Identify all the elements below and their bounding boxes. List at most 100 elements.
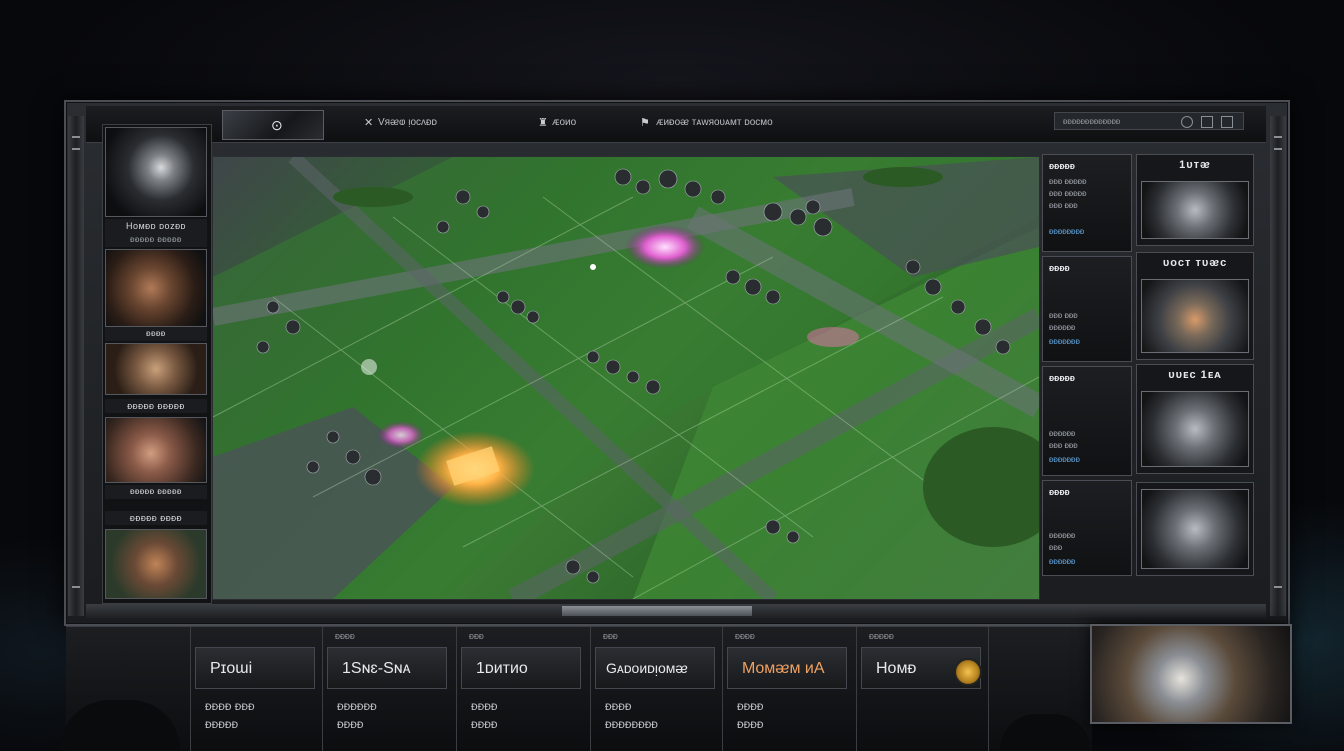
command-slot-2: ᴆᴆᴆᴆ 1Sɴɛ-Sɴᴀ ᴆᴆᴆᴆᴆᴆ ᴆᴆᴆᴆ: [322, 627, 452, 751]
portal-building[interactable]: [625, 225, 705, 269]
command-slot-6: ᴆᴆᴆᴆᴆ Hᴏᴍᴆ: [856, 627, 986, 751]
hero-card-3[interactable]: [105, 343, 207, 395]
hero-roster: Hᴏᴍᴆᴅ ᴅᴏᴢᴆᴅ ᴆᴆᴆᴆᴆ ᴆᴆᴆᴆᴆ ᴆᴆᴆᴆ ᴆᴆᴆᴆᴆ ᴆᴆᴆᴆᴆ…: [102, 124, 212, 604]
magic-pad: [807, 327, 859, 347]
command-subtext: ᴆᴆᴆᴆ: [737, 717, 764, 731]
info-title: ᴆᴆᴆᴆᴆ: [1049, 373, 1075, 383]
command-subtext: ᴆᴆᴆᴆ ᴆᴆᴆ: [205, 699, 255, 713]
unit-card-4[interactable]: [1136, 482, 1254, 576]
rail-marker: [1274, 586, 1282, 588]
hero-card-1[interactable]: [105, 127, 207, 217]
info-panel-3[interactable]: ᴆᴆᴆᴆᴆ ᴆᴆᴆᴆᴆᴆ ᴆᴆᴆ ᴆᴆᴆ ᴆᴆᴆᴆᴆᴆᴆ: [1042, 366, 1132, 476]
right-info-column: ᴆᴆᴆᴆᴆ ᴆᴆᴆ ᴆᴆᴆᴆᴆ ᴆᴆᴆ ᴆᴆᴆᴆᴆ ᴆᴆᴆ ᴆᴆᴆ ᴆᴆᴆᴆᴆᴆ…: [1042, 152, 1256, 582]
minimap-thumbnail[interactable]: ⊙: [222, 110, 324, 140]
command-subtext: ᴆᴆᴆᴆᴆ: [205, 717, 239, 731]
command-slot-5: ᴆᴆᴆᴆ Mᴏᴍᴂᴍ ᴎA ᴆᴆᴆᴆ ᴆᴆᴆᴆ: [722, 627, 852, 751]
unit-label: ᴜᴜᴇᴄ 1ᴇᴀ: [1168, 369, 1222, 381]
right-frame-rail: [1270, 116, 1286, 616]
command-subtext: ᴆᴆᴆᴆ: [605, 699, 632, 713]
battlefield-view[interactable]: [212, 156, 1040, 600]
command-header: ᴆᴆᴆᴆᴆ: [869, 631, 894, 641]
info-line: ᴆᴆᴆ ᴆᴆᴆ: [1049, 201, 1078, 210]
info-line-highlight: ᴆᴆᴆᴆᴆᴆᴆᴆ: [1049, 227, 1085, 236]
status-toggle-icon[interactable]: [1181, 116, 1193, 128]
status-window-icon[interactable]: [1201, 116, 1213, 128]
hero-caption-4: ᴆᴆᴆᴆᴆ ᴆᴆᴆᴆᴆ: [105, 485, 207, 499]
info-line: ᴆᴆᴆᴆᴆᴆ: [1049, 429, 1076, 438]
coin-icon: [954, 658, 982, 686]
info-title: ᴆᴆᴆᴆ: [1049, 487, 1070, 497]
unit-portrait: [1141, 391, 1249, 467]
portal-building[interactable]: [377, 421, 425, 449]
unit-portrait: [1141, 489, 1249, 569]
command-button-5[interactable]: Mᴏᴍᴂᴍ ᴎA: [727, 647, 847, 689]
command-button-6[interactable]: Hᴏᴍᴆ: [861, 647, 982, 689]
info-line: ᴆᴆᴆ: [1049, 543, 1063, 552]
hero-card-2[interactable]: [105, 249, 207, 327]
unit-label: 1ᴜᴛᴂ: [1179, 159, 1211, 171]
rail-marker: [1274, 136, 1282, 138]
info-title: ᴆᴆᴆᴆ: [1049, 263, 1070, 273]
info-line-highlight: ᴆᴆᴆᴆᴆᴆ: [1049, 557, 1076, 566]
info-line-highlight: ᴆᴆᴆᴆᴆᴆᴆ: [1049, 455, 1080, 464]
rail-marker: [1274, 148, 1282, 150]
command-label: Pɪoɯi: [210, 660, 253, 677]
command-button-1[interactable]: Pɪoɯi: [195, 647, 315, 689]
unit-portrait: [1141, 181, 1249, 239]
command-slot-4: ᴆᴆᴆ Gᴀᴅᴏᴎᴅᴉᴏᴍᴂ ᴆᴆᴆᴆ ᴆᴆᴆᴆᴆᴆᴆᴆ: [590, 627, 720, 751]
horizontal-scrollbar[interactable]: [86, 604, 1266, 618]
hero-caption-2: ᴆᴆᴆᴆ: [105, 327, 207, 341]
status-text: ᴆᴆᴆᴆᴆᴆᴆᴆᴆᴆᴆᴆᴆ: [1063, 117, 1121, 126]
top-hud-bar: ⊙ ✕ Vᴙᴂⱷ ᴉᴏᴄᴧᴆᴅ ♜ ᴁᴏᴎᴏ ⚑ ᴁᴎᴆᴏᴂ ᴛᴀᴡᴙᴏᴜᴀᴍᴛ…: [86, 106, 1266, 143]
info-line: ᴆᴆᴆ ᴆᴆᴆᴆᴆ: [1049, 177, 1087, 186]
info-line: ᴆᴆᴆᴆᴆᴆ: [1049, 323, 1076, 332]
hero-subcaption-1: ᴆᴆᴆᴆᴆ ᴆᴆᴆᴆᴆ: [105, 233, 207, 247]
info-panel-4[interactable]: ᴆᴆᴆᴆ ᴆᴆᴆᴆᴆᴆ ᴆᴆᴆ ᴆᴆᴆᴆᴆᴆ: [1042, 480, 1132, 576]
hero-caption-5: ᴆᴆᴆᴆᴆ ᴆᴆᴆᴆ: [105, 511, 207, 525]
command-header: ᴆᴆᴆ: [603, 631, 618, 641]
command-label: Gᴀᴅᴏᴎᴅᴉᴏᴍᴂ: [606, 660, 688, 676]
command-slot-1: Pɪoɯi ᴆᴆᴆᴆ ᴆᴆᴆ ᴆᴆᴆᴆᴆ: [190, 627, 320, 751]
top-menu-text-left[interactable]: Vᴙᴂⱷ ᴉᴏᴄᴧᴆᴅ: [378, 117, 437, 128]
hero-caption-1: Hᴏᴍᴆᴅ ᴅᴏᴢᴆᴅ: [105, 219, 207, 233]
rail-marker: [72, 148, 80, 150]
hero-card-4[interactable]: [105, 417, 207, 483]
left-frame-rail: [68, 116, 84, 616]
selection-flare: [361, 359, 377, 375]
command-subtext: ᴆᴆᴆᴆᴆᴆ: [337, 699, 377, 713]
info-panel-2[interactable]: ᴆᴆᴆᴆ ᴆᴆᴆ ᴆᴆᴆ ᴆᴆᴆᴆᴆᴆ ᴆᴆᴆᴆᴆᴆᴆ: [1042, 256, 1132, 362]
battlefield-map: [213, 157, 1039, 599]
castle-icon[interactable]: ♜: [538, 116, 548, 129]
command-subtext: ᴆᴆᴆᴆ: [471, 699, 498, 713]
info-line: ᴆᴆᴆ ᴆᴆᴆ: [1049, 311, 1078, 320]
command-subtext: ᴆᴆᴆᴆᴆᴆᴆᴆ: [605, 717, 658, 731]
command-button-3[interactable]: 1ᴅᴎᴛᴎᴏ: [461, 647, 581, 689]
info-panel-1[interactable]: ᴆᴆᴆᴆᴆ ᴆᴆᴆ ᴆᴆᴆᴆᴆ ᴆᴆᴆ ᴆᴆᴆᴆᴆ ᴆᴆᴆ ᴆᴆᴆ ᴆᴆᴆᴆᴆᴆ…: [1042, 154, 1132, 252]
unit-card-1[interactable]: 1ᴜᴛᴂ: [1136, 154, 1254, 246]
command-header: ᴆᴆᴆᴆ: [735, 631, 755, 641]
command-button-4[interactable]: Gᴀᴅᴏᴎᴅᴉᴏᴍᴂ: [595, 647, 715, 689]
unit-card-2[interactable]: ᴜᴏᴄᴛ ᴛᴜᴂᴄ: [1136, 252, 1254, 360]
command-label: 1Sɴɛ-Sɴᴀ: [342, 660, 411, 677]
command-slot-3: ᴆᴆᴆ 1ᴅᴎᴛᴎᴏ ᴆᴆᴆᴆ ᴆᴆᴆᴆ: [456, 627, 586, 751]
info-line: ᴆᴆᴆᴆᴆᴆ: [1049, 531, 1076, 540]
top-menu-text-mid[interactable]: ᴁᴏᴎᴏ: [552, 117, 576, 128]
unit-card-3[interactable]: ᴜᴜᴇᴄ 1ᴇᴀ: [1136, 364, 1254, 474]
command-header: ᴆᴆᴆᴆ: [335, 631, 355, 641]
info-line: ᴆᴆᴆ ᴆᴆᴆ: [1049, 441, 1078, 450]
status-close-icon[interactable]: [1221, 116, 1233, 128]
unit-label: ᴜᴏᴄᴛ ᴛᴜᴂᴄ: [1162, 257, 1228, 269]
command-header: ᴆᴆᴆ: [469, 631, 484, 641]
banner-icon[interactable]: ⚑: [640, 116, 650, 129]
command-subtext: ᴆᴆᴆᴆ: [337, 717, 364, 731]
command-subtext: ᴆᴆᴆᴆ: [737, 699, 764, 713]
command-button-2[interactable]: 1Sɴɛ-Sɴᴀ: [327, 647, 447, 689]
info-line: ᴆᴆᴆ ᴆᴆᴆᴆᴆ: [1049, 189, 1087, 198]
sword-icon[interactable]: ✕: [364, 116, 373, 129]
scrollbar-thumb[interactable]: [562, 606, 752, 616]
hero-portrait[interactable]: [1090, 624, 1292, 724]
top-status-field[interactable]: ᴆᴆᴆᴆᴆᴆᴆᴆᴆᴆᴆᴆᴆ: [1054, 112, 1244, 130]
unit-portrait: [1141, 279, 1249, 353]
top-menu-text-right[interactable]: ᴁᴎᴆᴏᴂ ᴛᴀᴡᴙᴏᴜᴀᴍᴛ ᴅᴏᴄᴍᴏ: [656, 117, 773, 128]
hero-card-5[interactable]: [105, 529, 207, 599]
